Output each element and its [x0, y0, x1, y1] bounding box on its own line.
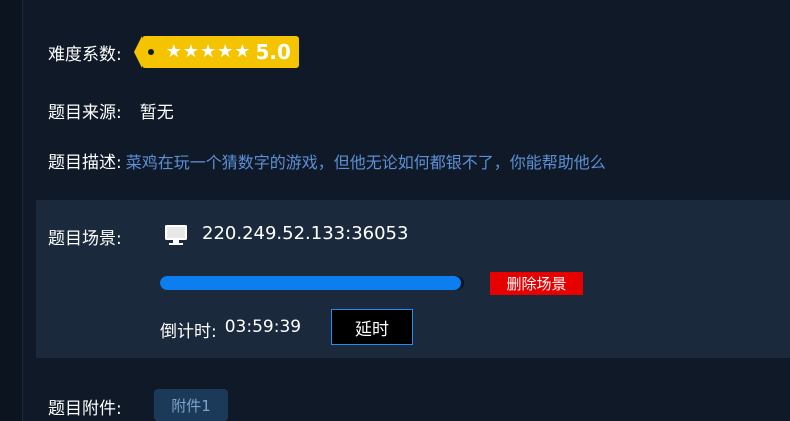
description-text: 菜鸡在玩一个猜数字的游戏，但他无论如何都银不了，你能帮助他么 — [125, 152, 606, 172]
scenario-row: 题目场景: — [48, 224, 122, 249]
source-value: 暂无 — [139, 103, 174, 123]
monitor-icon — [165, 225, 187, 245]
difficulty-badge: ★ ★ ★ ★ ★ 5.0 — [133, 36, 299, 68]
scenario-address[interactable]: 220.249.52.133:36053 — [202, 223, 408, 244]
tag-hole-icon — [147, 49, 154, 55]
scenario-progress-bar — [160, 276, 464, 290]
countdown-value: 03:59:39 — [224, 317, 302, 337]
delete-scenario-button[interactable]: 删除场景 — [490, 272, 583, 295]
source-row: 题目来源: 暂无 — [48, 98, 174, 123]
extend-time-button[interactable]: 延时 — [331, 309, 413, 345]
attachment-file-button[interactable]: 附件1 — [154, 389, 228, 421]
source-label: 题目来源: — [48, 103, 122, 123]
difficulty-label: 难度系数: — [48, 44, 122, 65]
left-sidebar-edge — [0, 0, 23, 421]
star-icon: ★ — [165, 41, 182, 62]
difficulty-stars: ★ ★ ★ ★ ★ — [166, 43, 251, 61]
attachment-label: 题目附件: — [48, 399, 122, 419]
difficulty-score: 5.0 — [255, 40, 291, 64]
scenario-label: 题目场景: — [48, 229, 122, 249]
star-icon: ★ — [182, 41, 200, 62]
description-label: 题目描述: — [48, 153, 122, 173]
scenario-progress-fill — [160, 276, 461, 290]
attachment-row: 题目附件: — [48, 394, 122, 419]
countdown: 倒计时: 03:59:39 — [160, 317, 301, 342]
description-row: 题目描述: 菜鸡在玩一个猜数字的游戏，但他无论如何都银不了，你能帮助他么 — [48, 148, 606, 174]
star-icon: ★ — [200, 41, 217, 62]
difficulty-row: 难度系数: ★ ★ ★ ★ ★ 5.0 — [48, 36, 299, 68]
countdown-label: 倒计时: — [160, 322, 217, 342]
star-icon: ★ — [217, 41, 234, 62]
star-icon: ★ — [234, 41, 251, 62]
